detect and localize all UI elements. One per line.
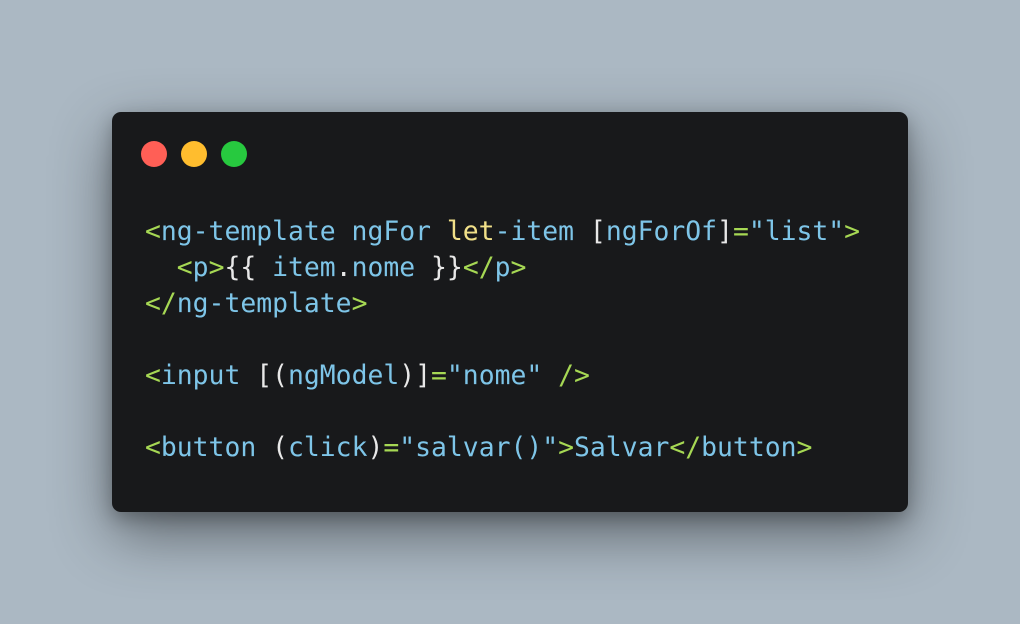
code-token: ng-template [160, 216, 336, 247]
code-token: </ [669, 432, 702, 463]
code-token: [ [589, 216, 606, 247]
code-token: = [431, 360, 447, 391]
code-token: = [732, 216, 749, 247]
code-token: p [494, 252, 511, 283]
code-token: let [446, 216, 495, 247]
code-token: nome [351, 252, 416, 283]
code-line: <button (click)="salvar()">Salvar</butto… [145, 430, 860, 466]
code-token: ] [717, 216, 733, 247]
minimize-button[interactable] [181, 141, 207, 167]
code-window: <ng-template ngFor let-item [ngForOf]="l… [112, 112, 908, 512]
code-token: p [192, 252, 209, 283]
code-token: </ [145, 288, 177, 319]
code-token: </ [462, 252, 495, 283]
code-token: }} [415, 252, 463, 283]
code-token: ng-template [176, 288, 352, 319]
code-token: "list" [748, 216, 845, 247]
code-line: <p>{{ item.nome }}</p> [145, 250, 860, 286]
code-token: . [335, 252, 352, 283]
code-token: "salvar()" [399, 432, 559, 463]
code-token: > [208, 252, 225, 283]
maximize-button[interactable] [221, 141, 247, 167]
code-token: input [160, 360, 241, 391]
code-token: ( [256, 432, 289, 463]
code-token: /> [542, 360, 590, 391]
window-controls [141, 141, 247, 167]
code-token: button [701, 432, 797, 463]
code-token: item [272, 252, 336, 283]
code-token: < [145, 216, 161, 247]
code-line: <ng-template ngFor let-item [ngForOf]="l… [145, 214, 860, 250]
close-button[interactable] [141, 141, 167, 167]
code-token: > [351, 288, 368, 319]
code-token: ngModel [288, 360, 400, 391]
code-token: > [796, 432, 813, 463]
code-token: > [558, 432, 575, 463]
code-token: ngForOf [605, 216, 718, 247]
code-token: < [145, 252, 193, 283]
code-block: <ng-template ngFor let-item [ngForOf]="l… [145, 214, 860, 466]
code-line: </ng-template> [145, 286, 860, 322]
code-token: > [844, 216, 861, 247]
code-token: {{ [224, 252, 273, 283]
code-token: < [145, 360, 161, 391]
code-line: <input [(ngModel)]="nome" /> [145, 358, 860, 394]
code-token: Salvar [574, 432, 670, 463]
code-token: [( [240, 360, 289, 391]
code-token: ) [367, 432, 384, 463]
code-token: ngFor [335, 216, 447, 247]
code-token: > [510, 252, 527, 283]
code-token: < [145, 432, 161, 463]
code-token: )] [399, 360, 432, 391]
code-token: "nome" [446, 360, 543, 391]
code-token: = [383, 432, 400, 463]
code-token: -item [494, 216, 590, 247]
code-token: button [160, 432, 257, 463]
code-token: click [288, 432, 368, 463]
